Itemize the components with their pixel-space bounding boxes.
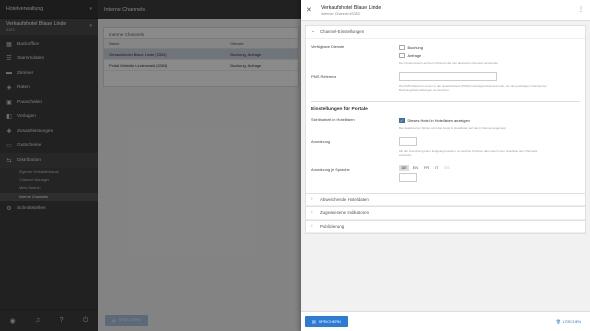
language-tabs: DE EN FR IT ES xyxy=(399,164,580,171)
portals-section-title: Einstellungen für Portale xyxy=(311,106,368,112)
accordion-title: Abweichende Hoteldaten xyxy=(320,196,369,202)
language-tab-de[interactable]: DE xyxy=(399,164,410,171)
visibility-label: Sichtbarkeit in Hotellisten xyxy=(311,116,355,122)
language-tab-en[interactable]: EN xyxy=(410,165,420,171)
drawer-title: Verkaufshotel Blaue Linde xyxy=(321,4,382,11)
accordion-header-publizierung[interactable]: › Publizierung xyxy=(306,221,585,233)
order-label: Anordnung xyxy=(311,138,331,144)
delete-button-label: LÖSCHEN xyxy=(562,319,581,324)
pms-row: PMS Referenz Die PMS Referenz ist der in… xyxy=(311,71,580,96)
save-icon: ▤ xyxy=(312,320,316,324)
drawer-body: ⌄ Channel-Einstellungen Verfügbare Diens… xyxy=(305,25,586,234)
pms-hint: Die PMS Referenz ist der in der Hotelsof… xyxy=(399,83,547,92)
accordion-zugewiesene-indikatoren: › Zugewiesene Indikatoren xyxy=(305,207,586,221)
services-row: Verfügbare Dienste Buchung Anfrage Den S… xyxy=(311,44,580,68)
order-hint: Mit der Anordnung kann festgelegt werden… xyxy=(399,148,538,157)
checkbox-anfrage[interactable] xyxy=(399,52,405,59)
drawer-subtitle: Interner Channel #3353 xyxy=(321,11,360,16)
language-tab-es[interactable]: ES xyxy=(442,165,452,171)
chevron-down-icon: ⌄ xyxy=(311,29,316,35)
language-tab-it[interactable]: IT xyxy=(433,165,441,171)
order-row: Anordnung Mit der Anordnung kann festgel… xyxy=(311,136,580,163)
accordion-header-zugewiesene-indikatoren[interactable]: › Zugewiesene Indikatoren xyxy=(306,207,585,220)
channel-detail-drawer: ✕ Verkaufshotel Blaue Linde Interner Cha… xyxy=(301,0,590,331)
accordion-abweichende-hoteldaten: › Abweichende Hoteldaten xyxy=(305,193,586,207)
accordion-title: Zugewiesene Indikatoren xyxy=(320,210,370,216)
order-input[interactable] xyxy=(399,136,417,146)
accordion-publizierung: › Publizierung xyxy=(305,220,586,234)
section-divider xyxy=(311,100,580,102)
checkbox-buchung[interactable] xyxy=(399,44,405,51)
language-tab-fr[interactable]: FR xyxy=(422,165,432,171)
chevron-right-icon: › xyxy=(311,223,313,229)
close-icon[interactable]: ✕ xyxy=(306,6,316,14)
visibility-option[interactable]: ✓ Dieses Hotel in Hotellisten anzeigen xyxy=(399,117,580,125)
accordion-title: Channel-Einstellungen xyxy=(320,29,365,35)
visibility-value-area: ✓ Dieses Hotel in Hotellisten anzeigen B… xyxy=(399,117,580,133)
services-label: Verfügbare Dienste xyxy=(311,43,345,49)
visibility-hint: Bei deaktivierter Option wird das Hotel … xyxy=(399,125,507,130)
services-hint: Den Systemusers auf dem Channel die hier… xyxy=(399,60,499,65)
drawer-footer: ▤ SPEICHERN 🗑 LÖSCHEN xyxy=(301,311,590,331)
order-language-label: Anordnung je Sprache xyxy=(311,166,350,172)
pms-value-area: Die PMS Referenz ist der in der Hotelsof… xyxy=(399,71,580,96)
delete-button[interactable]: 🗑 LÖSCHEN xyxy=(555,319,586,325)
service-option-buchung[interactable]: Buchung xyxy=(399,44,580,52)
pms-reference-input[interactable] xyxy=(399,71,497,81)
service-option-label: Anfrage xyxy=(407,53,422,58)
services-options: Buchung Anfrage Den Systemusers auf dem … xyxy=(399,44,580,68)
save-button-label: SPEICHERN xyxy=(318,319,341,324)
save-button[interactable]: ▤ SPEICHERN xyxy=(305,316,348,327)
checkbox-visibility[interactable]: ✓ xyxy=(399,117,405,124)
accordion-body-channel-settings: Verfügbare Dienste Buchung Anfrage Den S… xyxy=(306,39,585,193)
drawer-title-block: Verkaufshotel Blaue Linde Interner Chann… xyxy=(321,5,381,16)
accordion-channel-settings: ⌄ Channel-Einstellungen Verfügbare Diens… xyxy=(305,25,586,194)
order-language-area: DE EN FR IT ES xyxy=(399,164,580,185)
service-option-anfrage[interactable]: Anfrage xyxy=(399,52,580,60)
drawer-header: ✕ Verkaufshotel Blaue Linde Interner Cha… xyxy=(301,0,590,21)
accordion-title: Publizierung xyxy=(320,223,345,229)
trash-icon: 🗑 xyxy=(555,320,561,324)
accordion-header-abweichende-hoteldaten[interactable]: › Abweichende Hoteldaten xyxy=(306,194,585,206)
order-language-input[interactable] xyxy=(399,172,417,182)
pms-label: PMS Referenz xyxy=(311,73,337,79)
order-language-row: Anordnung je Sprache DE EN FR IT ES xyxy=(311,164,580,185)
visibility-row: Sichtbarkeit in Hotellisten ✓ Dieses Hot… xyxy=(311,117,580,133)
modal-backdrop[interactable] xyxy=(0,0,302,331)
order-value-area: Mit der Anordnung kann festgelegt werden… xyxy=(399,136,580,163)
accordion-header-channel-settings[interactable]: ⌄ Channel-Einstellungen xyxy=(306,26,585,39)
more-options-icon[interactable]: ⋮ xyxy=(578,6,584,13)
chevron-right-icon: › xyxy=(311,210,313,216)
chevron-right-icon: › xyxy=(311,196,313,202)
service-option-label: Buchung xyxy=(407,45,423,50)
visibility-option-label: Dieses Hotel in Hotellisten anzeigen xyxy=(407,118,470,123)
